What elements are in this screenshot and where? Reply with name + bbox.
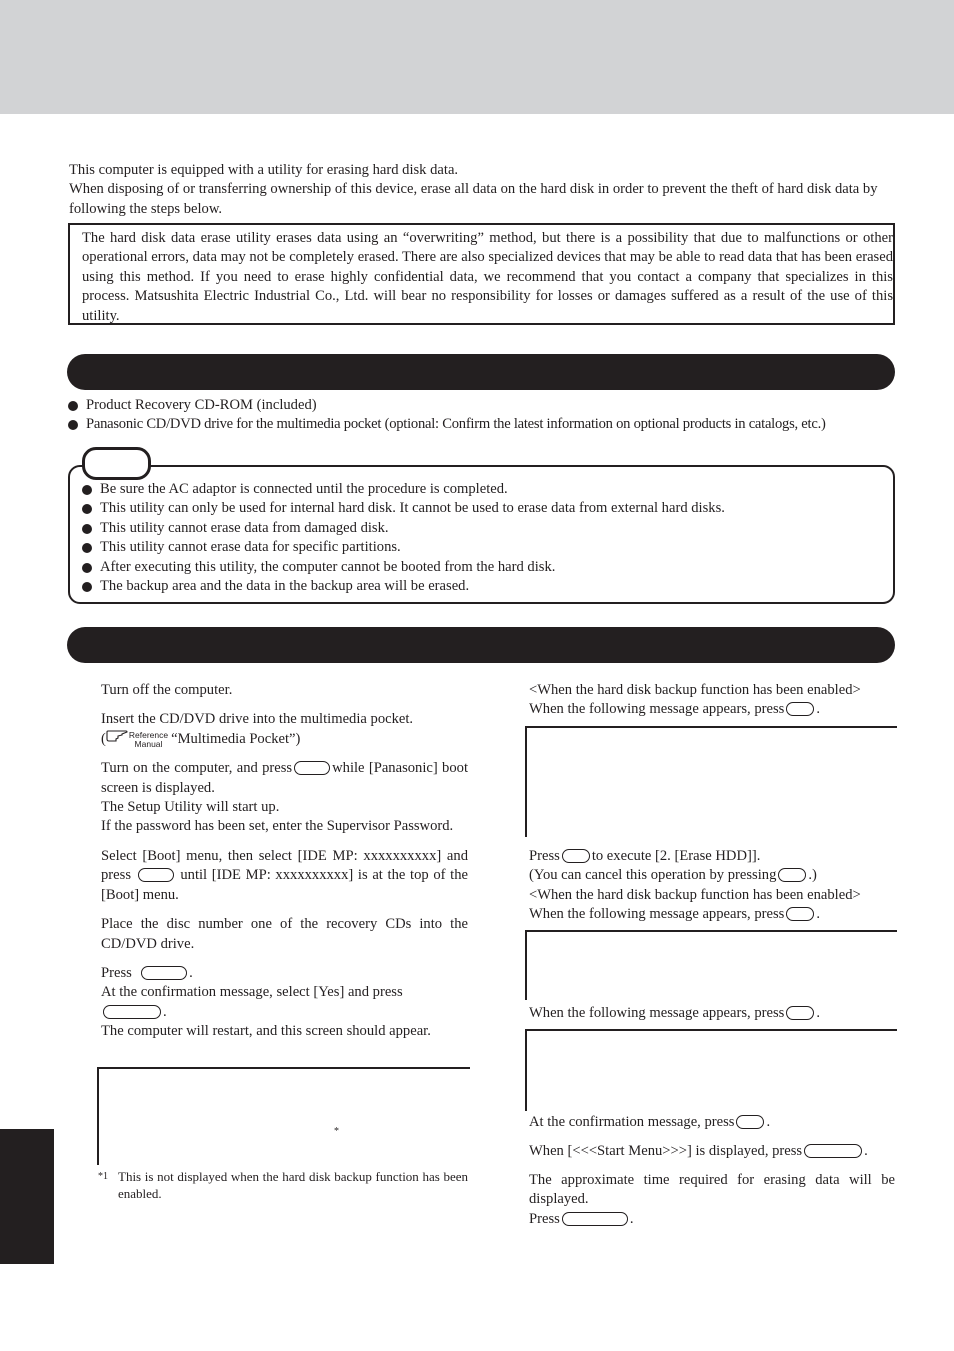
bullet-icon [68,420,78,431]
step-boot-menu: Select [Boot] menu, then select [IDE MP:… [101,847,468,903]
list-item: This utility cannot erase data for speci… [82,538,882,557]
bullet-icon [68,401,78,411]
key-enter-icon [561,1211,628,1226]
section-bar-steps [67,627,895,663]
bullet-icon [82,504,92,515]
key-f2-icon [294,761,331,776]
step-backup-message-1: <When the hard disk backup function has … [529,682,861,718]
footnote-mark: *1 [98,1171,108,1182]
pointing-hand-icon [106,730,128,749]
steps-left-column: Turn off the computer. Insert the CD/DVD… [101,681,468,1052]
list-item: After executing this utility, the comput… [82,558,882,577]
key-f10-icon [141,965,188,980]
footnote: *1 This is not displayed when the hard d… [98,1168,468,1202]
screen-image-placeholder [525,930,897,1000]
bullet-icon [82,523,92,534]
list-item: Be sure the AC adaptor is connected unti… [82,480,882,499]
step-setup-utility: Turn on the computer, and press while [Pa… [101,760,469,835]
list-item: Panasonic CD/DVD drive for the multimedi… [68,415,908,434]
step-press-save: Press . At the confirmation message, sel… [101,964,431,1040]
screen-image-placeholder [97,1067,470,1165]
key-y-icon [786,702,815,717]
warning-box: The hard disk data erase utility erases … [68,223,895,325]
key-f6-icon [137,868,174,883]
caution-tab [82,447,151,480]
list-item: Product Recovery CD-ROM (included) [68,396,908,415]
step-erase-hdd: Press to execute [2. [Erase HDD]]. (You c… [529,848,861,923]
screen-image-placeholder [525,726,897,837]
step-turn-off: Turn off the computer. [101,682,233,698]
step-insert-disc: Place the disc number one of the recover… [101,916,468,952]
step-start-menu: When [<<<Start Menu>>>] is displayed, pr… [529,1143,868,1159]
key-y-icon [786,907,815,922]
intro: This computer is equipped with a utility… [69,161,899,219]
reference-manual-label: Reference Manual [128,730,169,749]
header-band [0,0,954,114]
warning-text: The hard disk data erase utility erases … [82,230,893,324]
step-confirmation: At the confirmation message, press. [529,1114,771,1130]
key-2-icon [561,849,590,863]
side-tab [0,1129,54,1264]
list-item: This utility cannot erase data from dama… [82,519,882,538]
bullet-icon [82,543,92,554]
caution-list: Be sure the AC adaptor is connected unti… [82,480,882,596]
key-y-icon [736,1115,765,1129]
intro-line-1: This computer is equipped with a utility… [69,162,459,178]
key-space-icon [804,1144,863,1158]
screen-asterisk: * [334,1126,339,1137]
step-message-press: When the following message appears, pres… [529,1005,820,1021]
bullet-icon [82,562,92,573]
list-item: The backup area and the data in the back… [82,577,882,596]
step-insert-drive: Insert the CD/DVD drive into the multime… [101,711,414,749]
key-y-icon [786,1006,815,1020]
list-item: This utility can only be used for intern… [82,499,882,518]
bullet-icon [82,582,92,593]
key-0-icon [778,868,807,883]
bullet-icon [82,485,92,495]
screen-image-placeholder [525,1029,897,1111]
intro-line-2: When disposing of or transferring owners… [69,181,878,217]
step-approximate-time: The approximate time required for erasin… [529,1172,895,1227]
footnote-text: This is not displayed when the hard disk… [118,1169,468,1201]
requirements-list: Product Recovery CD-ROM (included) Panas… [68,396,908,435]
key-enter-icon [103,1004,161,1019]
section-bar-preparation [67,354,895,390]
